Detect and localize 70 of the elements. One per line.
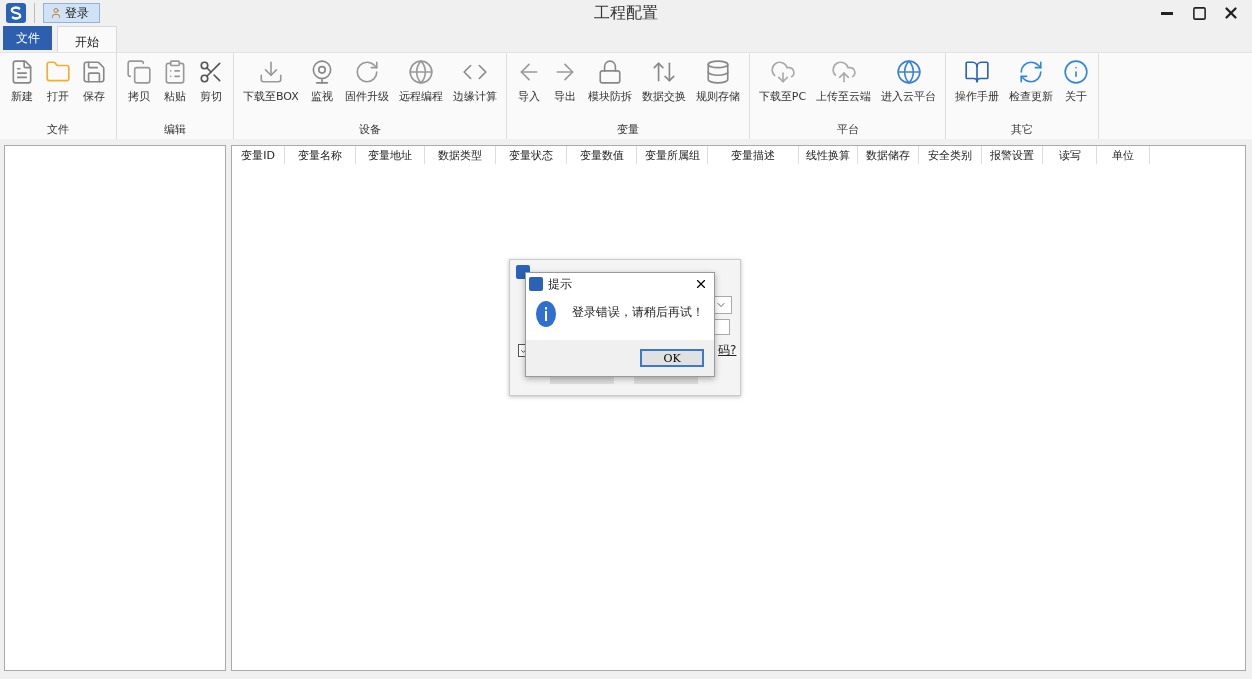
ribbon-button[interactable]: 边缘计算 (449, 57, 500, 106)
error-message: 登录错误，请稍后再试！ (572, 304, 704, 321)
ribbon-button[interactable]: 保存 (78, 57, 110, 106)
lock-icon (596, 59, 623, 85)
refresh-icon (1018, 59, 1045, 85)
ribbon-button[interactable]: 导入 (512, 57, 545, 106)
close-icon (694, 277, 708, 291)
group-label: 文件 (46, 122, 70, 137)
download-icon (257, 59, 284, 85)
database-icon (704, 59, 731, 85)
ribbon-button[interactable]: 导出 (548, 57, 581, 106)
person-icon (50, 7, 62, 19)
column-header[interactable]: 变量ID (232, 146, 285, 164)
column-header[interactable]: 变量数值 (567, 146, 637, 164)
globe-icon (407, 59, 434, 85)
column-header[interactable]: 报警设置 (982, 146, 1043, 164)
ribbon-button[interactable]: 规则存储 (692, 57, 743, 106)
ribbon-button[interactable]: 剪切 (195, 57, 227, 106)
column-header[interactable]: 读写 (1043, 146, 1097, 164)
ribbon-button[interactable]: 监视 (305, 57, 338, 106)
ribbon-button[interactable]: 检查更新 (1006, 57, 1057, 106)
column-header[interactable]: 变量名称 (285, 146, 356, 164)
minimize-icon (1161, 11, 1173, 15)
ribbon-button[interactable]: 粘贴 (159, 57, 191, 106)
ribbon-button[interactable]: 固件升级 (341, 57, 392, 106)
forgot-password-link[interactable]: 码? (718, 342, 737, 359)
column-header[interactable]: 线性换算 (799, 146, 858, 164)
refresh-icon (353, 59, 380, 85)
column-header[interactable]: 数据类型 (425, 146, 496, 164)
login-button[interactable]: 登录 (43, 3, 100, 23)
group-label: 变量 (615, 122, 640, 137)
info-icon (536, 301, 556, 327)
ribbon-button[interactable]: 数据交换 (638, 57, 689, 106)
ok-button[interactable]: OK (640, 349, 704, 367)
group-label: 编辑 (163, 122, 187, 137)
group-label: 设备 (357, 122, 382, 137)
ribbon-button[interactable]: 进入云平台 (878, 57, 940, 106)
column-header[interactable]: 变量所属组 (637, 146, 708, 164)
ribbon-button[interactable]: 关于 (1060, 57, 1093, 106)
ribbon-button[interactable]: 操作手册 (952, 57, 1003, 106)
group-label: 平台 (835, 122, 860, 137)
dialog-title: 提示 (548, 275, 572, 293)
file-menu-tab[interactable]: 文件 (3, 26, 52, 50)
column-header[interactable]: 变量状态 (496, 146, 567, 164)
cloud-download-icon (769, 59, 796, 85)
close-icon (1222, 4, 1240, 22)
ribbon-button[interactable]: 下载至BOX (240, 57, 302, 106)
ribbon-button[interactable]: 远程编程 (395, 57, 446, 106)
copy-icon (126, 59, 152, 85)
window-title: 工程配置 (594, 3, 658, 24)
globe-icon (895, 59, 922, 85)
maximize-icon (1191, 5, 1207, 21)
app-logo (6, 3, 26, 23)
ribbon-button[interactable]: 新建 (6, 57, 38, 106)
ribbon-tab[interactable]: 开始 (57, 26, 117, 52)
column-header[interactable]: 安全类别 (919, 146, 982, 164)
column-header[interactable]: 单位 (1097, 146, 1150, 164)
column-header[interactable]: 变量地址 (356, 146, 425, 164)
ribbon-button[interactable]: 上传至云端 (813, 57, 875, 106)
ribbon-button[interactable]: 模块防拆 (584, 57, 635, 106)
ribbon-button[interactable]: 打开 (42, 57, 74, 106)
column-header[interactable]: 数据储存 (858, 146, 919, 164)
column-header[interactable]: 变量描述 (708, 146, 799, 164)
ribbon-button[interactable]: 下载至PC (755, 57, 810, 106)
info-icon (1063, 59, 1090, 85)
ribbon-button[interactable]: 拷贝 (123, 57, 155, 106)
app-logo (529, 277, 543, 291)
group-label: 其它 (1010, 122, 1035, 137)
book-icon (964, 59, 991, 85)
cloud-upload-icon (830, 59, 857, 85)
